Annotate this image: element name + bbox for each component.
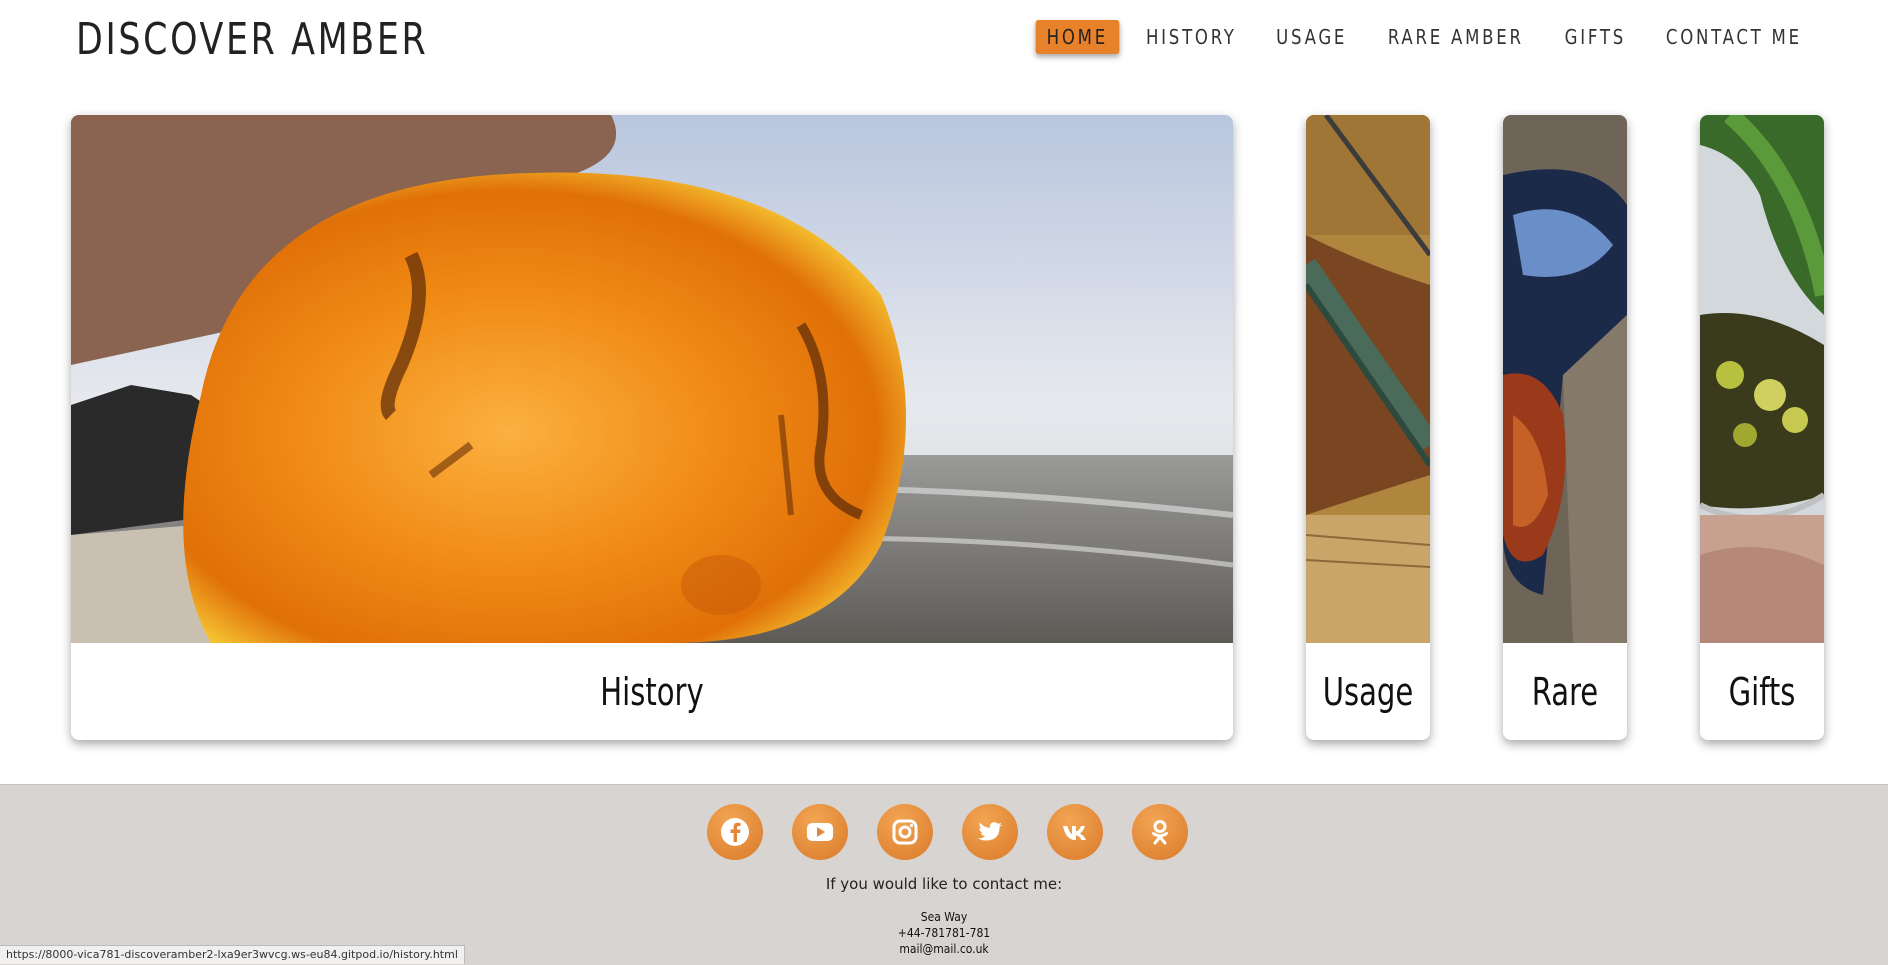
history-image [71, 115, 1233, 643]
vk-icon[interactable] [1047, 804, 1103, 860]
social-links [707, 804, 1217, 860]
nav-usage[interactable]: USAGE [1265, 20, 1358, 54]
nav-history[interactable]: HISTORY [1135, 20, 1248, 54]
card-gifts[interactable]: Gifts [1700, 115, 1824, 740]
nav-gifts[interactable]: GIFTS [1553, 20, 1636, 54]
card-rare[interactable]: Rare [1503, 115, 1627, 740]
card-usage-caption: Usage [1322, 669, 1414, 714]
rare-image [1503, 115, 1627, 643]
status-bar-url: https://8000-vica781-discoveramber2-lxa9… [0, 945, 465, 964]
card-gifts-caption: Gifts [1728, 669, 1796, 714]
site-header: DISCOVER AMBER HOME HISTORY USAGE RARE A… [0, 0, 1888, 96]
facebook-icon[interactable] [707, 804, 763, 860]
odnoklassniki-icon[interactable] [1132, 804, 1188, 860]
contact-intro: If you would like to contact me: [825, 875, 1063, 893]
site-footer: If you would like to contact me: Sea Way… [0, 784, 1888, 965]
nav-rare-amber[interactable]: RARE AMBER [1377, 20, 1535, 54]
twitter-icon[interactable] [962, 804, 1018, 860]
gifts-image [1700, 115, 1824, 643]
main-nav: HOME HISTORY USAGE RARE AMBER GIFTS CONT… [1024, 20, 1821, 54]
nav-contact-me[interactable]: CONTACT ME [1655, 20, 1813, 54]
youtube-icon[interactable] [792, 804, 848, 860]
site-brand[interactable]: DISCOVER AMBER [76, 14, 428, 65]
card-usage[interactable]: Usage [1306, 115, 1430, 740]
instagram-icon[interactable] [877, 804, 933, 860]
card-history-caption: History [600, 669, 704, 714]
contact-phone[interactable]: +44-781781-781 [0, 925, 1888, 941]
usage-image [1306, 115, 1430, 643]
card-rare-caption: Rare [1531, 669, 1599, 714]
contact-address: Sea Way [920, 910, 968, 924]
card-history[interactable]: History [71, 115, 1233, 740]
nav-home[interactable]: HOME [1035, 20, 1119, 54]
